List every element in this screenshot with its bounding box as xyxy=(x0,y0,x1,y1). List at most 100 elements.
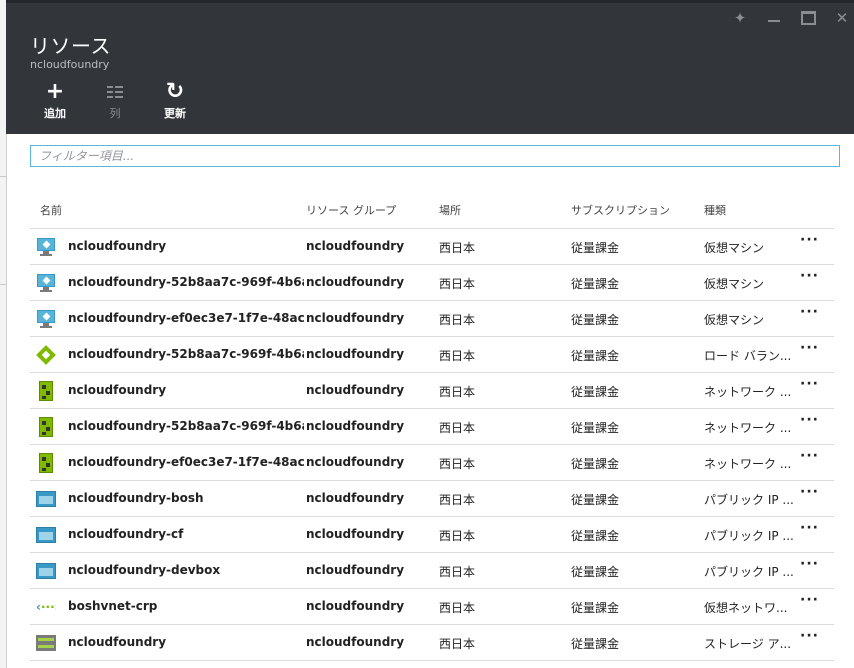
resource-subscription: 従量課金 xyxy=(571,493,620,507)
resource-type: ロード バラン... xyxy=(704,349,792,363)
resource-location: 西日本 xyxy=(439,421,476,435)
table-row[interactable]: ncloudfoundry-bosh ncloudfoundry 西日本 従量課金 パブ… xyxy=(30,480,834,516)
more-options-icon[interactable]: ··· xyxy=(800,232,819,248)
resource-name[interactable]: ncloudfoundry-52b8aa7c-969f-4b6a-98c3 xyxy=(68,347,304,361)
resource-name[interactable]: ncloudfoundry-ef0ec3e7-1f7e-48ac-6d58- xyxy=(68,311,304,325)
more-options-icon[interactable]: ··· xyxy=(800,268,819,284)
table-row[interactable]: ‹···› boshvnet-crpncloudfoundry 西日本 従量課金 仮想ネ… xyxy=(30,588,834,624)
resource-group: ncloudfoundry xyxy=(306,599,405,613)
resource-type: ネットワーク ... xyxy=(704,421,792,435)
more-options-icon[interactable]: ··· xyxy=(800,556,819,572)
resource-type: パブリック IP ... xyxy=(704,493,794,507)
more-options-icon[interactable]: ··· xyxy=(800,484,819,500)
resource-type: 仮想ネットワ... xyxy=(704,601,788,615)
column-header-name[interactable]: 名前 xyxy=(40,202,62,218)
resource-location: 西日本 xyxy=(439,565,476,579)
resource-type: パブリック IP ... xyxy=(704,529,794,543)
add-button[interactable]: + 追加 xyxy=(30,80,80,121)
resource-type: ネットワーク ... xyxy=(704,385,792,399)
more-options-icon[interactable]: ··· xyxy=(800,340,819,356)
virtual-machine-icon xyxy=(36,237,56,257)
virtual-machine-icon xyxy=(36,273,56,293)
resource-name[interactable]: boshvnet-crp xyxy=(68,599,304,613)
public-ip-icon xyxy=(36,489,56,509)
resource-location: 西日本 xyxy=(439,493,476,507)
network-interface-icon xyxy=(36,417,56,437)
resource-group: ncloudfoundry xyxy=(306,527,405,541)
resource-location: 西日本 xyxy=(439,313,476,327)
resource-subscription: 従量課金 xyxy=(571,421,620,435)
resource-name[interactable]: ncloudfoundry xyxy=(68,383,304,397)
resource-type: 仮想マシン xyxy=(704,241,765,255)
resource-group: ncloudfoundry xyxy=(306,419,405,433)
plus-icon: + xyxy=(45,79,65,104)
more-options-icon[interactable]: ··· xyxy=(800,304,819,320)
resource-name[interactable]: ncloudfoundry-bosh xyxy=(68,491,304,505)
filter-input[interactable]: フィルター項目... xyxy=(30,145,840,167)
storage-account-icon xyxy=(36,633,56,653)
resource-location: 西日本 xyxy=(439,457,476,471)
resource-location: 西日本 xyxy=(439,385,476,399)
resource-location: 西日本 xyxy=(439,241,476,255)
more-options-icon[interactable]: ··· xyxy=(800,520,819,536)
resource-location: 西日本 xyxy=(439,601,476,615)
resource-subscription: 従量課金 xyxy=(571,241,620,255)
table-row[interactable]: ncloudfoundry-cf ncloudfoundry 西日本 従量課金 パブリッ… xyxy=(30,516,834,552)
table-header: 名前 リソース グループ 場所 サブスクリプション 種類 xyxy=(30,200,834,228)
resource-group: ncloudfoundry xyxy=(306,635,405,649)
public-ip-icon xyxy=(36,525,56,545)
resource-type: 仮想マシン xyxy=(704,277,765,291)
column-header-resource-group[interactable]: リソース グループ xyxy=(306,202,396,218)
refresh-button[interactable]: ↻ 更新 xyxy=(150,80,200,121)
network-interface-icon xyxy=(36,453,56,473)
resource-type: ストレージ ア... xyxy=(704,637,792,651)
resource-name[interactable]: ncloudfoundry-52b8aa7c-969f-4b6a-98c3 xyxy=(68,275,304,289)
table-row[interactable]: ncloudfoundry-devbox ncloudfoundry 西日本 従量課金… xyxy=(30,552,834,588)
resource-subscription: 従量課金 xyxy=(571,385,620,399)
resource-name[interactable]: ncloudfoundry xyxy=(68,635,304,649)
load-balancer-icon xyxy=(36,345,56,365)
column-header-type[interactable]: 種類 xyxy=(704,202,726,218)
resource-name[interactable]: ncloudfoundry-ef0ec3e7-1f7e-48ac-6d58- xyxy=(68,455,304,469)
more-options-icon[interactable]: ··· xyxy=(800,412,819,428)
column-header-location[interactable]: 場所 xyxy=(439,202,461,218)
resource-group: ncloudfoundry xyxy=(306,275,405,289)
more-options-icon[interactable]: ··· xyxy=(800,592,819,608)
close-icon[interactable]: ✕ xyxy=(832,8,852,28)
resource-location: 西日本 xyxy=(439,637,476,651)
resource-location: 西日本 xyxy=(439,529,476,543)
table-row[interactable]: ncloudfoundry-ef0ec3e7-1f7e-48ac-6d58-nc… xyxy=(30,444,834,480)
refresh-icon: ↻ xyxy=(165,79,185,104)
resource-name[interactable]: ncloudfoundry-devbox xyxy=(68,563,304,577)
resource-subscription: 従量課金 xyxy=(571,637,620,651)
blade-title: リソース xyxy=(30,34,111,58)
add-button-label: 追加 xyxy=(44,107,66,120)
table-row[interactable]: ncloudfoundry ncloudfoundry 西日本 従量課金 ストレージ ア… xyxy=(30,624,834,661)
resource-subscription: 従量課金 xyxy=(571,529,620,543)
table-row[interactable]: ncloudfoundry ncloudfoundry 西日本 従量課金 仮想マシン ··… xyxy=(30,228,834,264)
maximize-icon[interactable] xyxy=(798,8,818,28)
resource-name[interactable]: ncloudfoundry xyxy=(68,239,304,253)
virtual-machine-icon xyxy=(36,309,56,329)
resource-name[interactable]: ncloudfoundry-cf xyxy=(68,527,304,541)
blade-subtitle: ncloudfoundry xyxy=(30,58,110,71)
column-header-subscription[interactable]: サブスクリプション xyxy=(571,202,670,218)
columns-button[interactable]: 列 xyxy=(90,80,140,121)
resource-type: ネットワーク ... xyxy=(704,457,792,471)
more-options-icon[interactable]: ··· xyxy=(800,376,819,392)
resource-group: ncloudfoundry xyxy=(306,491,405,505)
table-row[interactable]: ncloudfoundry ncloudfoundry 西日本 従量課金 ネットワーク … xyxy=(30,372,834,408)
resource-subscription: 従量課金 xyxy=(571,313,620,327)
table-row[interactable]: ncloudfoundry-ef0ec3e7-1f7e-48ac-6d58-nc… xyxy=(30,300,834,336)
table-row[interactable]: ncloudfoundry-52b8aa7c-969f-4b6a-98c3ncl… xyxy=(30,408,834,444)
resource-group: ncloudfoundry xyxy=(306,347,405,361)
resource-subscription: 従量課金 xyxy=(571,277,620,291)
resource-name[interactable]: ncloudfoundry-52b8aa7c-969f-4b6a-98c3 xyxy=(68,419,304,433)
columns-button-label: 列 xyxy=(109,107,121,120)
minimize-icon[interactable] xyxy=(764,8,784,28)
more-options-icon[interactable]: ··· xyxy=(800,448,819,464)
more-options-icon[interactable]: ··· xyxy=(800,628,819,644)
table-row[interactable]: ncloudfoundry-52b8aa7c-969f-4b6a-98c3ncl… xyxy=(30,264,834,300)
pin-icon[interactable]: ✦ xyxy=(730,8,750,28)
table-row[interactable]: ncloudfoundry-52b8aa7c-969f-4b6a-98c3ncl… xyxy=(30,336,834,372)
